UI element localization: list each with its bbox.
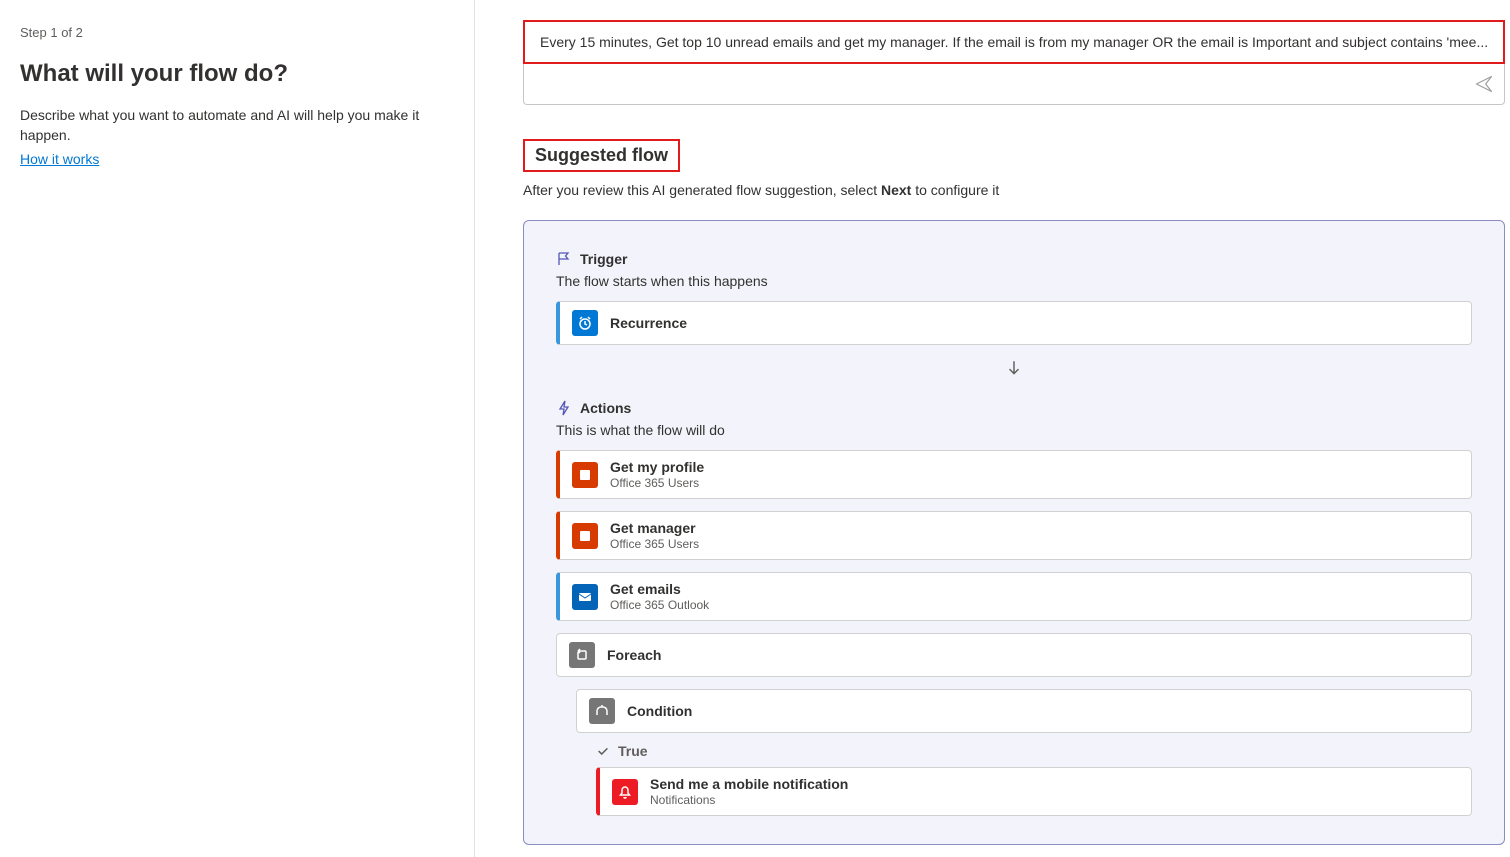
get-emails-sub: Office 365 Outlook: [610, 598, 1459, 612]
suggested-flow-heading-highlight: Suggested flow: [523, 139, 680, 172]
bolt-icon: [556, 400, 572, 416]
bell-icon: [612, 779, 638, 805]
action-card-get-my-profile[interactable]: Get my profile Office 365 Users: [556, 450, 1472, 499]
clock-icon: [572, 310, 598, 336]
action-card-get-manager[interactable]: Get manager Office 365 Users: [556, 511, 1472, 560]
branch-true: True: [596, 743, 1472, 759]
prompt-input[interactable]: Every 15 minutes, Get top 10 unread emai…: [523, 20, 1505, 64]
actions-header: Actions: [556, 400, 1472, 416]
action-card-get-emails[interactable]: Get emails Office 365 Outlook: [556, 572, 1472, 621]
help-suffix: to configure it: [911, 182, 999, 198]
true-label: True: [618, 743, 648, 759]
prompt-toolbar: [523, 64, 1505, 105]
condition-title: Condition: [627, 703, 1459, 719]
outlook-icon: [572, 584, 598, 610]
get-my-profile-title: Get my profile: [610, 459, 1459, 475]
action-card-foreach[interactable]: Foreach: [556, 633, 1472, 677]
actions-label: Actions: [580, 400, 631, 416]
arrow-down-icon: [556, 359, 1472, 380]
help-prefix: After you review this AI generated flow …: [523, 182, 881, 198]
send-icon[interactable]: [1474, 74, 1494, 94]
get-my-profile-sub: Office 365 Users: [610, 476, 1459, 490]
office-users-icon: [572, 462, 598, 488]
actions-sub: This is what the flow will do: [556, 422, 1472, 438]
page-description: Describe what you want to automate and A…: [20, 106, 454, 145]
get-emails-title: Get emails: [610, 581, 1459, 597]
recurrence-title: Recurrence: [610, 315, 1459, 331]
get-manager-title: Get manager: [610, 520, 1459, 536]
loop-icon: [569, 642, 595, 668]
get-manager-sub: Office 365 Users: [610, 537, 1459, 551]
office-users-icon: [572, 523, 598, 549]
condition-icon: [589, 698, 615, 724]
step-label: Step 1 of 2: [20, 25, 454, 40]
suggested-flow-help: After you review this AI generated flow …: [523, 182, 1505, 198]
action-card-notification[interactable]: Send me a mobile notification Notificati…: [596, 767, 1472, 816]
prompt-input-wrapper: Every 15 minutes, Get top 10 unread emai…: [523, 20, 1505, 105]
foreach-title: Foreach: [607, 647, 1459, 663]
check-icon: [596, 744, 610, 758]
trigger-card-recurrence[interactable]: Recurrence: [556, 301, 1472, 345]
trigger-sub: The flow starts when this happens: [556, 273, 1472, 289]
right-panel: Every 15 minutes, Get top 10 unread emai…: [475, 0, 1510, 857]
help-bold: Next: [881, 182, 911, 198]
flow-canvas: Trigger The flow starts when this happen…: [523, 220, 1505, 845]
flag-icon: [556, 251, 572, 267]
trigger-header: Trigger: [556, 251, 1472, 267]
action-card-condition[interactable]: Condition: [576, 689, 1472, 733]
notify-sub: Notifications: [650, 793, 1459, 807]
notify-title: Send me a mobile notification: [650, 776, 1459, 792]
page-title: What will your flow do?: [20, 60, 454, 88]
suggested-flow-heading: Suggested flow: [535, 145, 668, 165]
how-it-works-link[interactable]: How it works: [20, 151, 99, 167]
trigger-label: Trigger: [580, 251, 627, 267]
left-panel: Step 1 of 2 What will your flow do? Desc…: [0, 0, 475, 857]
